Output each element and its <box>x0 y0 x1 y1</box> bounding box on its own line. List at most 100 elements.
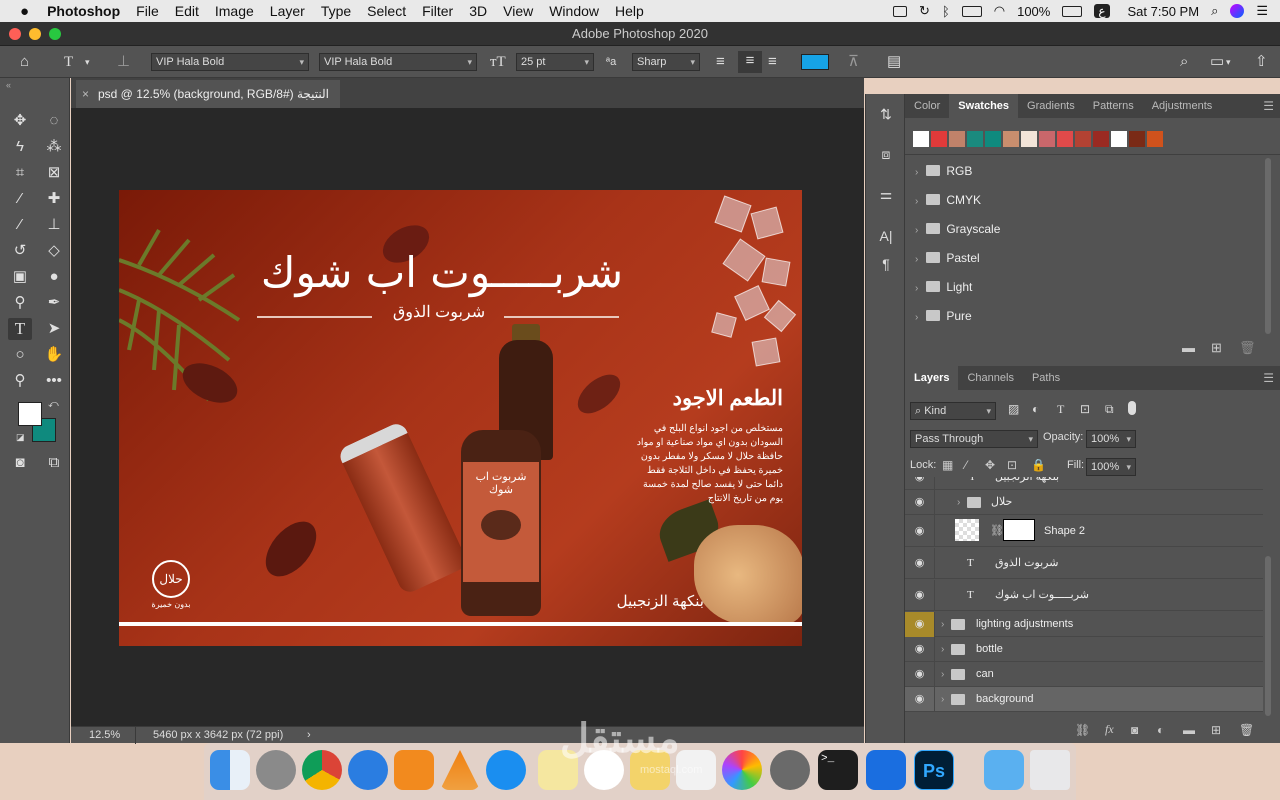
color-swatch[interactable] <box>1021 131 1037 147</box>
share-icon[interactable]: ⇧ <box>1255 52 1268 72</box>
vlc-icon[interactable] <box>440 750 480 790</box>
eye-icon[interactable]: ◉ <box>905 662 935 687</box>
layer-filter-select[interactable]: ⌕ Kind ▾ <box>910 402 996 420</box>
new-swatch-icon[interactable]: ⊞ <box>1211 340 1222 356</box>
menu-edit[interactable]: Edit <box>175 3 199 19</box>
blur-tool-icon[interactable]: ● <box>42 266 66 288</box>
menu-window[interactable]: Window <box>549 3 599 19</box>
chevron-right-icon[interactable]: › <box>941 637 944 662</box>
chevron-down-icon[interactable]: ▾ <box>1226 52 1231 72</box>
swatch-group-pure[interactable]: › Pure <box>905 302 1265 331</box>
font-family-select[interactable]: VIP Hala Bold ▾ <box>151 53 309 71</box>
color-swatch[interactable] <box>1129 131 1145 147</box>
color-swatch[interactable] <box>1057 131 1073 147</box>
type-tool-preset-icon[interactable]: T <box>64 52 73 72</box>
minimize-window-icon[interactable] <box>29 28 41 40</box>
eye-icon[interactable]: ◉ <box>905 580 935 611</box>
zoom-tool-icon[interactable]: ⚲ <box>8 370 32 392</box>
layer-row[interactable]: ◉ ⛓ Shape 2 <box>905 515 1263 547</box>
new-layer-icon[interactable]: ⊞ <box>1211 723 1221 737</box>
color-swatch[interactable] <box>949 131 965 147</box>
eraser-tool-icon[interactable]: ◇ <box>42 240 66 262</box>
lock-all-icon[interactable]: 🔒 <box>1031 458 1046 472</box>
magic-wand-icon[interactable]: ⁂ <box>42 136 66 158</box>
layer-row[interactable]: ◉ T بنكهة الزنجبيل <box>905 477 1263 490</box>
path-select-icon[interactable]: ➤ <box>42 318 66 340</box>
marquee-tool-icon[interactable]: ◌ <box>42 110 66 132</box>
swatches-scrollbar[interactable] <box>1265 158 1271 334</box>
lock-brush-icon[interactable]: ⁄ <box>965 458 967 472</box>
swap-colors-icon[interactable]: ⤺ <box>48 399 59 410</box>
trash-icon[interactable]: 🗑 <box>1239 723 1254 737</box>
close-tab-icon[interactable]: × <box>82 80 89 108</box>
eye-icon[interactable]: ◉ <box>905 490 935 515</box>
collapse-panel-icon[interactable]: « <box>6 80 11 90</box>
home-icon[interactable]: ⌂ <box>20 52 29 72</box>
eye-icon[interactable]: ◉ <box>905 612 935 637</box>
layer-effects-icon[interactable]: fx <box>1105 722 1114 737</box>
frame-tool-icon[interactable]: ⊠ <box>42 162 66 184</box>
tab-color[interactable]: Color <box>905 94 949 118</box>
menu-image[interactable]: Image <box>215 3 254 19</box>
menu-view[interactable]: View <box>503 3 533 19</box>
zoom-level[interactable]: 12.5% <box>89 727 120 743</box>
bluetooth-icon[interactable]: ᛒ <box>942 4 950 19</box>
document-info[interactable]: 5460 px x 3642 px (72 ppi) <box>153 727 283 743</box>
move-tool-icon[interactable]: ✥ <box>8 110 32 132</box>
swatch-group-cmyk[interactable]: › CMYK <box>905 186 1265 215</box>
more-tools-icon[interactable]: ••• <box>42 370 66 392</box>
link-layers-icon[interactable]: ⛓ <box>1075 723 1090 737</box>
align-center-icon[interactable]: ≡ <box>738 51 762 73</box>
trash-icon[interactable]: 🗑 <box>1239 340 1256 356</box>
swatch-group-light[interactable]: › Light <box>905 273 1265 302</box>
menu-filter[interactable]: Filter <box>422 3 453 19</box>
layer-row[interactable]: ◉ › can <box>905 662 1263 687</box>
siri-icon[interactable] <box>1230 4 1245 18</box>
bluetooth-app-icon[interactable] <box>866 750 906 790</box>
warp-text-icon[interactable]: ⊼ <box>848 52 859 72</box>
menu-type[interactable]: Type <box>321 3 351 19</box>
libraries-panel-icon[interactable]: ⧈ <box>876 144 896 164</box>
filter-shape-icon[interactable]: ⊡ <box>1080 402 1090 416</box>
filter-pixel-icon[interactable]: ▨ <box>1008 402 1019 416</box>
chevron-right-icon[interactable]: › <box>957 490 960 515</box>
menu-layer[interactable]: Layer <box>270 3 305 19</box>
books-icon[interactable] <box>394 750 434 790</box>
chevron-right-icon[interactable]: › <box>941 612 944 637</box>
artboard[interactable]: شربـــــوت اب شوك شربوت الذوق شربوت اب ش… <box>119 190 802 646</box>
layer-row[interactable]: ◉ T شربـــــوت اب شوك <box>905 580 1263 611</box>
layer-row[interactable]: ◉ › حلال <box>905 490 1263 515</box>
new-group-icon[interactable]: ▬ <box>1183 723 1195 737</box>
menu-help[interactable]: Help <box>615 3 644 19</box>
layer-row-selected[interactable]: ◉ › background <box>905 687 1263 712</box>
character-panel-icon[interactable]: A| <box>876 226 896 246</box>
safari-icon[interactable] <box>348 750 388 790</box>
lock-artboard-icon[interactable]: ⊡ <box>1007 458 1017 472</box>
launchpad-icon[interactable] <box>256 750 296 790</box>
color-swatch[interactable] <box>1075 131 1091 147</box>
wifi-icon[interactable]: ◠ <box>994 3 1005 19</box>
link-icon[interactable]: ⛓ <box>990 515 1004 547</box>
properties-panel-icon[interactable]: ⚌ <box>876 184 896 204</box>
lock-transparent-icon[interactable]: ▦ <box>942 458 953 472</box>
chevron-right-icon[interactable]: › <box>307 727 311 743</box>
align-left-icon[interactable]: ≡ <box>716 52 725 72</box>
menu-3d[interactable]: 3D <box>469 3 487 19</box>
tab-swatches[interactable]: Swatches <box>949 94 1019 118</box>
opacity-input[interactable]: 100% ▾ <box>1086 430 1136 448</box>
color-swatch[interactable] <box>913 131 929 147</box>
history-brush-icon[interactable]: ↺ <box>8 240 32 262</box>
filter-smart-object-icon[interactable]: ⧉ <box>1105 402 1114 417</box>
clock[interactable]: Sat 7:50 PM <box>1128 4 1200 19</box>
spotlight-icon[interactable]: ⌕ <box>1211 3 1218 19</box>
brush-tool-icon[interactable]: ⁄ <box>8 214 32 236</box>
swatch-group-pastel[interactable]: › Pastel <box>905 244 1265 273</box>
eye-icon[interactable]: ◉ <box>905 515 935 547</box>
screen-mode-icon[interactable]: ⧉ <box>42 452 66 474</box>
layer-mask-thumbnail[interactable] <box>1003 519 1035 541</box>
stamp-tool-icon[interactable]: ⊥ <box>42 214 66 236</box>
system-preferences-icon[interactable] <box>770 750 810 790</box>
menu-select[interactable]: Select <box>367 3 406 19</box>
layer-row[interactable]: ◉ T شربوت الذوق <box>905 548 1263 579</box>
trash-dock-icon[interactable] <box>1030 750 1070 790</box>
